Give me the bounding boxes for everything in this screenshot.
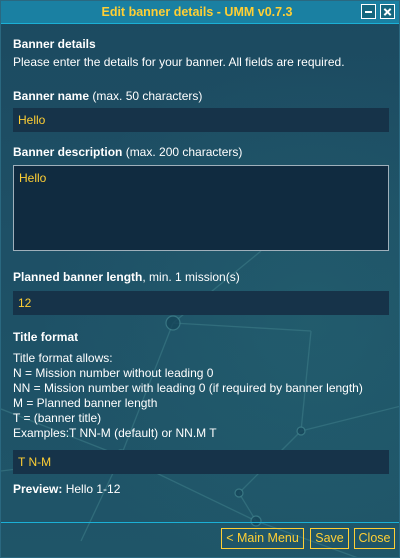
preview-line: Preview: Hello 1-12: [13, 482, 387, 497]
title-format-input[interactable]: T N-M: [13, 450, 389, 474]
banner-description-label-hint: (max. 200 characters): [122, 145, 243, 159]
close-button[interactable]: Close: [354, 528, 395, 549]
banner-name-input[interactable]: Hello: [13, 108, 389, 132]
title-format-help-line: T = (banner title): [13, 411, 102, 425]
planned-length-input[interactable]: 12: [13, 291, 389, 315]
banner-description-label: Banner description (max. 200 characters): [13, 145, 387, 160]
banner-name-label-bold: Banner name: [13, 89, 90, 103]
edit-banner-dialog: Edit banner details - UMM v0.7.3 Banner …: [0, 0, 400, 558]
banner-details-intro: Please enter the details for your banner…: [13, 55, 345, 69]
dialog-content: Banner details Please enter the details …: [1, 37, 399, 497]
title-bar[interactable]: Edit banner details - UMM v0.7.3: [1, 1, 399, 24]
minimize-icon[interactable]: [361, 4, 376, 19]
dialog-footer: < Main Menu Save Close: [1, 522, 399, 557]
planned-length-label-bold: Planned banner length: [13, 270, 143, 284]
title-format-help-line: NN = Mission number with leading 0 (if r…: [13, 381, 363, 395]
close-icon[interactable]: [380, 4, 395, 19]
main-menu-button[interactable]: < Main Menu: [221, 528, 304, 549]
banner-description-textarea[interactable]: Hello: [13, 165, 389, 251]
banner-name-label: Banner name (max. 50 characters): [13, 89, 387, 104]
banner-description-label-bold: Banner description: [13, 145, 123, 159]
title-format-help-line: N = Mission number without leading 0: [13, 366, 214, 380]
preview-label: Preview:: [13, 482, 63, 496]
title-format-heading: Title format: [13, 330, 79, 344]
title-format-help-line: Title format allows:: [13, 351, 113, 365]
preview-value: Hello 1-12: [62, 482, 121, 496]
banner-name-label-hint: (max. 50 characters): [89, 89, 203, 103]
planned-length-label: Planned banner length, min. 1 mission(s): [13, 270, 387, 285]
banner-details-heading: Banner details: [13, 37, 96, 51]
title-format-help: Title format allows: N = Mission number …: [13, 351, 387, 441]
window-title: Edit banner details - UMM v0.7.3: [101, 5, 293, 19]
save-button[interactable]: Save: [310, 528, 349, 549]
title-format-help-line: Examples:T NN-M (default) or NN.M T: [13, 426, 217, 440]
planned-length-label-hint: , min. 1 mission(s): [142, 270, 240, 284]
title-format-help-line: M = Planned banner length: [13, 396, 158, 410]
